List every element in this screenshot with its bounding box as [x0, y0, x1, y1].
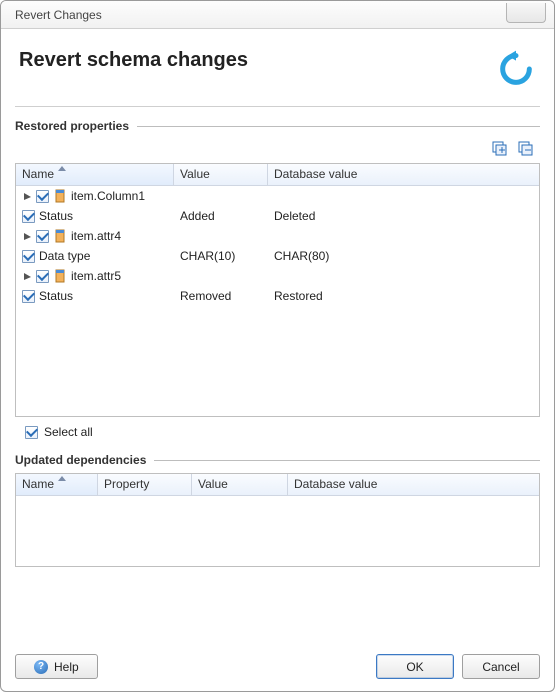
page-title: Revert schema changes	[19, 49, 248, 72]
column-icon	[53, 189, 67, 203]
table-row[interactable]: Status Removed Restored	[16, 286, 539, 306]
client-area: Revert schema changes Restored propertie…	[1, 29, 554, 691]
expander-icon[interactable]	[22, 231, 32, 241]
row-db-value: Restored	[268, 289, 539, 303]
revert-icon	[496, 49, 536, 92]
header-divider	[15, 106, 540, 107]
updated-grid-header: Name Property Value Database value	[16, 474, 539, 496]
row-label: item.attr4	[71, 229, 121, 243]
col-header-name[interactable]: Name	[16, 474, 98, 495]
window-title: Revert Changes	[15, 8, 506, 22]
help-icon: ?	[34, 660, 48, 674]
table-row[interactable]: Status Added Deleted	[16, 206, 539, 226]
updated-grid: Name Property Value Database value	[15, 473, 540, 567]
col-header-name[interactable]: Name	[16, 164, 174, 185]
dialog-window: Revert Changes Revert schema changes Res…	[0, 0, 555, 692]
col-header-property[interactable]: Property	[98, 474, 192, 495]
row-label: Data type	[39, 249, 90, 263]
col-header-db[interactable]: Database value	[268, 164, 539, 185]
expander-icon[interactable]	[22, 271, 32, 281]
row-label: item.attr5	[71, 269, 121, 283]
row-db-value: CHAR(80)	[268, 249, 539, 263]
table-row[interactable]: item.Column1	[16, 186, 539, 206]
table-row[interactable]: Data type CHAR(10) CHAR(80)	[16, 246, 539, 266]
row-label: Status	[39, 289, 73, 303]
updated-legend: Updated dependencies	[15, 453, 154, 467]
select-all-checkbox[interactable]	[25, 426, 38, 439]
table-row[interactable]: item.attr5	[16, 266, 539, 286]
restored-legend: Restored properties	[15, 119, 137, 133]
col-header-value[interactable]: Value	[192, 474, 288, 495]
select-all-label: Select all	[44, 425, 93, 439]
row-checkbox[interactable]	[22, 290, 35, 303]
table-row[interactable]: item.attr4	[16, 226, 539, 246]
col-header-db[interactable]: Database value	[288, 474, 539, 495]
select-all-row: Select all	[15, 417, 540, 439]
restored-grid: Name Value Database value item.Column1	[15, 163, 540, 417]
row-value: Removed	[174, 289, 268, 303]
cancel-label: Cancel	[482, 660, 519, 674]
ok-button[interactable]: OK	[376, 654, 454, 679]
updated-dependencies-section: Updated dependencies Name Property Value…	[15, 453, 540, 567]
row-value: Added	[174, 209, 268, 223]
help-button[interactable]: ? Help	[15, 654, 98, 679]
row-label: item.Column1	[71, 189, 145, 203]
column-icon	[53, 229, 67, 243]
row-checkbox[interactable]	[22, 210, 35, 223]
expander-icon[interactable]	[22, 191, 32, 201]
restored-grid-header: Name Value Database value	[16, 164, 539, 186]
row-label: Status	[39, 209, 73, 223]
dialog-footer: ? Help OK Cancel	[15, 644, 540, 679]
page-header: Revert schema changes	[15, 43, 540, 106]
column-icon	[53, 269, 67, 283]
row-checkbox[interactable]	[22, 250, 35, 263]
ok-label: OK	[406, 660, 423, 674]
col-header-value[interactable]: Value	[174, 164, 268, 185]
close-button[interactable]	[506, 3, 546, 23]
restored-grid-body[interactable]: item.Column1 Status Added Deleted	[16, 186, 539, 416]
row-db-value: Deleted	[268, 209, 539, 223]
updated-grid-body[interactable]	[16, 496, 539, 566]
row-checkbox[interactable]	[36, 190, 49, 203]
row-checkbox[interactable]	[36, 270, 49, 283]
restored-properties-section: Restored properties Name Value Database …	[15, 119, 540, 439]
restored-toolbar	[15, 139, 540, 163]
collapse-all-icon[interactable]	[518, 141, 534, 157]
row-value: CHAR(10)	[174, 249, 268, 263]
expand-all-icon[interactable]	[492, 141, 508, 157]
help-label: Help	[54, 660, 79, 674]
row-checkbox[interactable]	[36, 230, 49, 243]
cancel-button[interactable]: Cancel	[462, 654, 540, 679]
titlebar: Revert Changes	[1, 1, 554, 29]
